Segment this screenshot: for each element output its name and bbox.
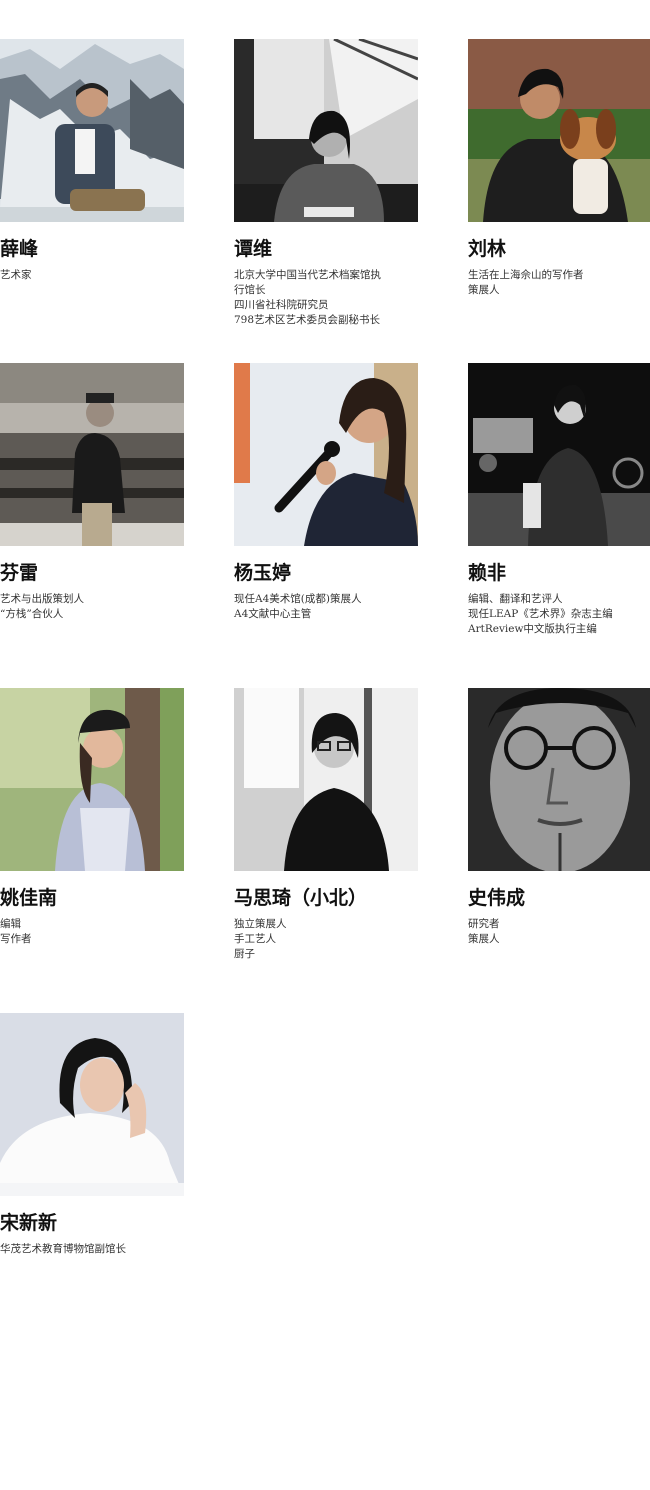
person-name: 芬雷 — [0, 562, 39, 584]
person-role: 研究者 — [468, 918, 500, 930]
portrait-photo — [468, 39, 650, 222]
person-role: 艺术家 — [0, 269, 32, 281]
person-roles: 艺术与出版策划人 “方栈”合伙人 — [0, 592, 184, 622]
person-card-ma-si-qi[interactable]: 马思琦（小北） 独立策展人 手工艺人 厨子 — [234, 688, 418, 962]
person-role: 现任A4美术馆(成都)策展人 — [234, 593, 362, 605]
person-name: 姚佳南 — [0, 887, 58, 909]
person-role: 行馆长 — [234, 284, 266, 296]
person-role: ArtReview中文版执行主编 — [468, 623, 597, 635]
portrait-photo — [234, 363, 418, 546]
person-roles: 北京大学中国当代艺术档案馆执 行馆长 四川省社科院研究员 798艺术区艺术委员会… — [234, 268, 418, 328]
person-roles: 研究者 策展人 — [468, 917, 650, 947]
person-roles: 艺术家 — [0, 268, 184, 283]
person-role: 艺术与出版策划人 — [0, 593, 84, 605]
person-card-lai-fei[interactable]: 赖非 编辑、翻译和艺评人 现任LEAP《艺术界》杂志主编 ArtReview中文… — [468, 363, 650, 637]
person-role: 生活在上海佘山的写作者 — [468, 269, 584, 281]
person-role: 编辑 — [0, 918, 21, 930]
portrait-photo — [0, 688, 184, 871]
portrait-photo — [234, 688, 418, 871]
person-roles: 华茂艺术教育博物馆副馆长 — [0, 1242, 184, 1257]
person-role: 厨子 — [234, 948, 255, 960]
person-name: 史伟成 — [468, 887, 526, 909]
person-card-yang-yu-ting[interactable]: 杨玉婷 现任A4美术馆(成都)策展人 A4文献中心主管 — [234, 363, 418, 622]
person-roles: 独立策展人 手工艺人 厨子 — [234, 917, 418, 962]
portrait-photo — [0, 39, 184, 222]
person-card-xue-feng[interactable]: 薛峰 艺术家 — [0, 39, 184, 283]
person-role: 现任LEAP《艺术界》杂志主编 — [468, 608, 613, 620]
portrait-photo — [468, 688, 650, 871]
person-card-fen-lei[interactable]: 芬雷 艺术与出版策划人 “方栈”合伙人 — [0, 363, 184, 622]
portrait-photo — [0, 1013, 184, 1196]
person-name: 宋新新 — [0, 1212, 58, 1234]
person-name: 杨玉婷 — [234, 562, 292, 584]
person-roles: 编辑、翻译和艺评人 现任LEAP《艺术界》杂志主编 ArtReview中文版执行… — [468, 592, 650, 637]
portrait-photo — [0, 363, 184, 546]
person-role: A4文献中心主管 — [234, 608, 312, 620]
person-name: 刘林 — [468, 238, 507, 260]
person-role: “方栈”合伙人 — [0, 608, 64, 620]
person-role: 编辑、翻译和艺评人 — [468, 593, 563, 605]
person-role: 华茂艺术教育博物馆副馆长 — [0, 1243, 126, 1255]
person-role: 策展人 — [468, 933, 500, 945]
person-role: 独立策展人 — [234, 918, 287, 930]
portrait-photo — [468, 363, 650, 546]
portrait-photo — [234, 39, 418, 222]
person-role: 四川省社科院研究员 — [234, 299, 329, 311]
person-card-song-xin-xin[interactable]: 宋新新 华茂艺术教育博物馆副馆长 — [0, 1013, 184, 1257]
person-role: 手工艺人 — [234, 933, 276, 945]
person-card-yao-jia-nan[interactable]: 姚佳南 编辑 写作者 — [0, 688, 184, 947]
person-card-shi-wei-cheng[interactable]: 史伟成 研究者 策展人 — [468, 688, 650, 947]
person-name: 谭维 — [234, 238, 273, 260]
person-name: 薛峰 — [0, 238, 39, 260]
person-card-tan-wei[interactable]: 谭维 北京大学中国当代艺术档案馆执 行馆长 四川省社科院研究员 798艺术区艺术… — [234, 39, 418, 328]
person-role: 写作者 — [0, 933, 32, 945]
person-roles: 编辑 写作者 — [0, 917, 184, 947]
person-role: 策展人 — [468, 284, 500, 296]
person-name: 马思琦（小北） — [234, 887, 368, 909]
person-card-liu-lin[interactable]: 刘林 生活在上海佘山的写作者 策展人 — [468, 39, 650, 298]
person-roles: 生活在上海佘山的写作者 策展人 — [468, 268, 650, 298]
person-name: 赖非 — [468, 562, 507, 584]
person-roles: 现任A4美术馆(成都)策展人 A4文献中心主管 — [234, 592, 418, 622]
person-role: 北京大学中国当代艺术档案馆执 — [234, 269, 381, 281]
person-role: 798艺术区艺术委员会副秘书长 — [234, 314, 381, 326]
